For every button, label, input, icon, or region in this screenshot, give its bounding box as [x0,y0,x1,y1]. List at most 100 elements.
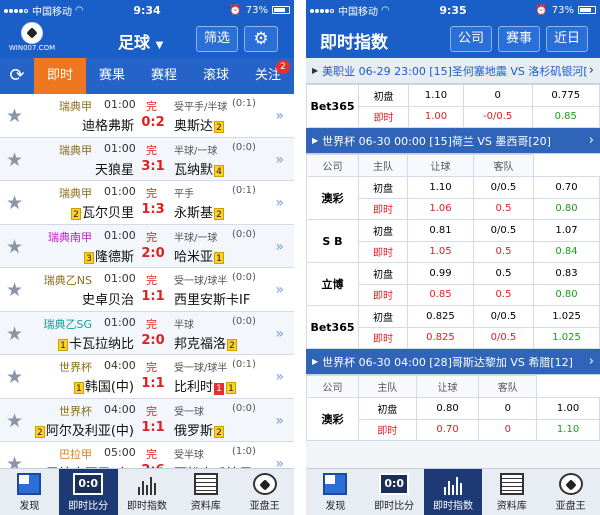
match-info: 世界杯 06-30 04:00 [28]哥斯达黎加 VS 希腊[12] [322,355,573,369]
column-header: 让球 [415,375,480,398]
match-row[interactable]: ★ 瑞典甲 01:00 完 半球/一球 (0:0) 天狼星 3:1 瓦纳默 4 » [0,137,294,181]
alarm-icon: ⏰ [535,4,548,16]
company-name[interactable]: 立博 [306,262,359,306]
refresh-icon[interactable]: ⟳ [0,58,34,94]
tab-schedule[interactable]: 赛程 [138,58,190,94]
tab-inplay[interactable]: 滚球 [190,58,242,94]
chevron-right-icon[interactable]: » [275,326,284,342]
tabbar-database[interactable]: 资料库 [482,469,541,515]
company-name[interactable]: S B [306,219,359,263]
red-card-count: 1 [214,383,225,395]
tabbar-live-odds[interactable]: 即时指数 [118,469,177,515]
company-name[interactable]: 澳彩 [306,176,359,220]
chevron-right-icon[interactable]: » [275,239,284,255]
chevron-right-icon[interactable]: » [275,369,284,385]
favorite-star-icon[interactable]: ★ [6,149,23,171]
tabbar-live-score[interactable]: 0:0 即时比分 [365,469,424,515]
collapse-triangle-icon[interactable]: ▶ [312,66,318,75]
halftime-score: (0:1) [232,359,256,370]
home-team: 天狼星 [95,159,134,178]
favorite-star-icon[interactable]: ★ [6,105,23,127]
match-header[interactable]: ▶ 美职业 06-29 23:00 [15]圣何塞地震 VS 洛杉矶银河[› [306,58,600,84]
handicap: 平手 [174,189,194,200]
odds-value: 0.85 [407,283,474,306]
yellow-card-count: 1 [226,382,237,394]
settings-gear-icon[interactable]: ⚙ [244,26,278,52]
odds-type: 即时 [358,326,408,349]
database-icon [499,473,524,495]
recent-button[interactable]: 近日 [546,26,588,52]
favorite-star-icon[interactable]: ★ [6,279,23,301]
league-name: 瑞典南甲 [48,230,92,244]
collapse-triangle-icon[interactable]: ▶ [312,357,318,366]
competition-button[interactable]: 赛事 [498,26,540,52]
odds-value: 0.70 [415,418,480,441]
match-row[interactable]: ★ 世界杯 04:00 完受一球 (0:0) 2 阿尔及利亚(中) 1:1 俄罗斯 2» [0,398,294,442]
company-name[interactable]: Bet365 [306,84,359,128]
company-name[interactable]: 澳彩 [306,397,359,441]
away-team-name: 瓦纳默 [174,162,214,178]
odds-type: 初盘 [358,305,408,328]
kickoff-time: 01:00 [104,228,136,242]
odds-value: 0.825 [407,326,474,349]
odds-value: 0.5 [472,262,535,285]
favorite-star-icon[interactable]: ★ [6,236,23,258]
match-row[interactable]: ★ 瑞典甲 01:00 完 受平手/半球 (0:1) 迪格弗斯 0:2 奥斯达 2 » [0,94,294,138]
odds-value: 1.00 [536,397,600,420]
favorite-star-icon[interactable]: ★ [6,192,23,214]
match-row[interactable]: ★ 瑞典南甲 01:00 完 半球/一球 (0:0) 3 隆德斯 2:0 哈米亚 1 » [0,224,294,268]
score: 1:1 [141,376,165,391]
handicap: 半球/一球 [174,145,218,157]
match-status: 完 [146,230,157,244]
tabbar-live-odds[interactable]: 即时指数 [423,469,483,515]
database-icon [193,473,218,495]
odds-type: 初盘 [358,219,408,242]
tabbar-discover[interactable]: 发现 [306,469,365,515]
tabbar-live-score[interactable]: 0:0 即时比分 [58,469,118,515]
collapse-triangle-icon[interactable]: ▶ [312,136,318,145]
odds-value: 0.83 [533,262,600,285]
chevron-right-icon[interactable]: » [275,413,284,429]
chevron-right-icon[interactable]: » [275,282,284,298]
column-header: 让球 [407,154,474,177]
tabbar-asian-king[interactable]: 亚盘王 [235,469,294,515]
tab-results[interactable]: 赛果 [86,58,138,94]
tabbar-label: 资料库 [190,501,221,512]
tabbar-asian-king[interactable]: 亚盘王 [541,469,600,515]
company-button[interactable]: 公司 [450,26,492,52]
score: 2:0 [141,245,165,261]
favorite-star-icon[interactable]: ★ [6,366,23,388]
chevron-right-icon[interactable]: » [275,195,284,211]
chevron-right-icon[interactable]: › [589,63,594,78]
sport-selector[interactable]: 足球 ▼ [118,29,163,53]
yellow-card-count: 2 [70,208,81,220]
yellow-card-count: 1 [73,382,84,394]
match-row[interactable]: ★ 瑞典乙SG 01:00 完 半球 (0:0) 1 卡瓦拉纳比 2:0 邦克福洛 2 » [0,311,294,355]
column-header: 公司 [306,375,359,398]
odds-table: 公司 主队 让球 客队 澳彩 初盘 1.10 0/0.5 0.70 即时 1.06 0.5 0.80 S … [306,154,600,349]
chevron-right-icon[interactable]: › [589,133,594,148]
app-logo[interactable]: WIN007.COM [4,22,60,56]
away-team: 邦克福洛 2 [174,333,238,352]
favorite-star-icon[interactable]: ★ [6,323,23,345]
match-row[interactable]: ★ 世界杯 04:00 完受一球/球半 (0:1) 1 韩国(中) 1:1 比利时 1 1» [0,355,294,399]
match-row[interactable]: ★ 瑞典乙NS 01:00 完 受一球/球半 (0:0) 史卓贝治 1:1 西里安斯卡IF » [0,268,294,312]
filter-button[interactable]: 筛选 [196,26,238,52]
tabbar-label: 亚盘王 [555,501,586,512]
discover-icon [323,473,348,495]
match-header[interactable]: ▶ 世界杯 06-30 00:00 [15]荷兰 VS 墨西哥[20] › [306,128,600,154]
match-row[interactable]: ★ 瑞典甲 01:00 完平手 (0:1) 2 瓦尔贝里 1:3 永斯基 2» [0,181,294,225]
odds-value: 0.80 [533,283,600,306]
chevron-right-icon[interactable]: » [275,108,284,124]
odds-type: 初盘 [358,397,417,420]
chevron-right-icon[interactable]: › [589,354,594,369]
favorite-star-icon[interactable]: ★ [6,410,23,432]
tab-live[interactable]: 即时 [34,58,86,94]
chevron-right-icon[interactable]: » [275,152,284,168]
tab-following[interactable]: 关注 2 [242,58,294,94]
tabbar-discover[interactable]: 发现 [0,469,59,515]
company-name[interactable]: Bet365 [306,305,359,349]
tabbar-database[interactable]: 资料库 [176,469,235,515]
home-team-name: 天狼星 [94,162,134,178]
match-header[interactable]: ▶ 世界杯 06-30 04:00 [28]哥斯达黎加 VS 希腊[12] › [306,349,600,375]
